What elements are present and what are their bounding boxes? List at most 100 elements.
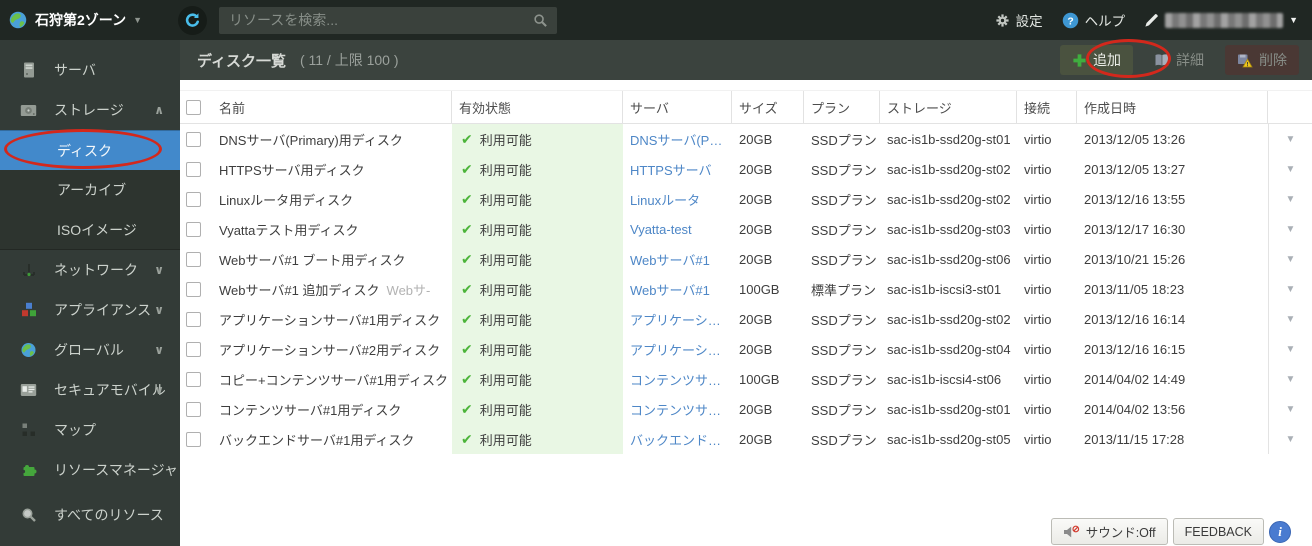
- row-menu-caret-icon[interactable]: ▼: [1286, 434, 1296, 445]
- sidebar-item-archive[interactable]: アーカイブ: [0, 170, 180, 210]
- sidebar-item-map[interactable]: マップ: [0, 410, 180, 450]
- server-link[interactable]: アプリケーシ…: [630, 310, 721, 329]
- server-link[interactable]: バックエンド…: [630, 430, 721, 449]
- sidebar-item-storage[interactable]: ストレージ ∧: [0, 90, 180, 130]
- detail-button[interactable]: 詳細: [1142, 45, 1216, 75]
- row-checkbox[interactable]: [186, 161, 201, 177]
- sidebar-item-label: サーバ: [54, 62, 96, 78]
- select-all-checkbox[interactable]: [186, 99, 201, 115]
- feedback-button[interactable]: FEEDBACK: [1172, 518, 1264, 545]
- table-row[interactable]: アプリケーションサーバ#1用ディスク ✔ 利用可能 アプリケーシ… 20GB S…: [180, 304, 1312, 334]
- disk-name: アプリケーションサーバ#1用ディスク: [219, 312, 441, 328]
- table-row[interactable]: DNSサーバ(Primary)用ディスク ✔ 利用可能 DNSサーバ(P… 20…: [180, 124, 1312, 154]
- created-cell: 2014/04/02 13:56: [1084, 401, 1186, 417]
- row-menu-caret-icon[interactable]: ▼: [1286, 164, 1296, 175]
- sidebar-item-iso[interactable]: ISOイメージ: [0, 210, 180, 250]
- col-status[interactable]: 有効状態: [452, 91, 623, 123]
- check-icon: ✔: [461, 250, 473, 267]
- refresh-button[interactable]: [178, 5, 207, 35]
- table-row[interactable]: Linuxルータ用ディスク ✔ 利用可能 Linuxルータ 20GB SSDプラ…: [180, 184, 1312, 214]
- server-link[interactable]: コンテンツサ…: [630, 400, 721, 419]
- col-name[interactable]: 名前: [212, 91, 452, 123]
- col-size[interactable]: サイズ: [732, 91, 804, 123]
- info-icon[interactable]: i: [1269, 520, 1291, 543]
- col-server[interactable]: サーバ: [623, 91, 732, 123]
- account-menu[interactable]: ▼: [1144, 12, 1298, 28]
- sidebar-item-appliance[interactable]: アプライアンス ∨: [0, 290, 180, 330]
- row-checkbox[interactable]: [186, 401, 201, 417]
- server-link[interactable]: Webサーバ#1: [630, 280, 710, 299]
- sidebar-item-disk[interactable]: ディスク: [0, 130, 180, 170]
- connection-cell: virtio: [1024, 221, 1052, 237]
- status-label: 利用可能: [479, 192, 532, 208]
- sidebar-item-securemobile[interactable]: セキュアモバイル ∨: [0, 370, 180, 410]
- size-cell: 20GB: [739, 431, 773, 447]
- server-link[interactable]: Linuxルータ: [630, 190, 700, 209]
- search-icon[interactable]: [533, 13, 548, 28]
- sidebar-item-allresources[interactable]: すべてのリソース: [0, 495, 180, 535]
- row-menu-caret-icon[interactable]: ▼: [1286, 374, 1296, 385]
- settings-button[interactable]: 設定: [995, 10, 1043, 30]
- table-row[interactable]: Webサーバ#1 追加ディスク Webサ- ✔ 利用可能 Webサーバ#1 10…: [180, 274, 1312, 304]
- sidebar-item-server[interactable]: サーバ: [0, 50, 180, 90]
- zone-selector[interactable]: 石狩第2ゾーン ▼: [0, 10, 178, 30]
- check-icon: ✔: [461, 430, 473, 447]
- help-button[interactable]: ? ヘルプ: [1062, 10, 1125, 30]
- col-plan[interactable]: プラン: [804, 91, 880, 123]
- connection-cell: virtio: [1024, 371, 1052, 387]
- search-input[interactable]: [219, 12, 533, 28]
- row-menu-caret-icon[interactable]: ▼: [1286, 224, 1296, 235]
- sound-toggle-button[interactable]: サウンド:Off: [1050, 518, 1168, 545]
- row-menu-caret-icon[interactable]: ▼: [1286, 134, 1296, 145]
- sidebar-item-label: グローバル: [54, 342, 124, 358]
- table-row[interactable]: アプリケーションサーバ#2用ディスク ✔ 利用可能 アプリケーシ… 20GB S…: [180, 334, 1312, 364]
- row-checkbox[interactable]: [186, 131, 201, 147]
- row-checkbox[interactable]: [186, 221, 201, 237]
- row-menu-caret-icon[interactable]: ▼: [1286, 404, 1296, 415]
- server-link[interactable]: コンテンツサ…: [630, 370, 721, 389]
- created-cell: 2013/12/16 13:55: [1084, 191, 1186, 207]
- table-row[interactable]: Webサーバ#1 ブート用ディスク ✔ 利用可能 Webサーバ#1 20GB S…: [180, 244, 1312, 274]
- server-link[interactable]: Vyatta-test: [630, 222, 692, 237]
- table-row[interactable]: HTTPSサーバ用ディスク ✔ 利用可能 HTTPSサーバ 20GB SSDプラ…: [180, 154, 1312, 184]
- help-icon: ?: [1062, 12, 1079, 29]
- sidebar-item-network[interactable]: ネットワーク ∨: [0, 250, 180, 290]
- sidebar-item-label: リソースマネージャ: [54, 462, 178, 478]
- row-checkbox[interactable]: [186, 371, 201, 387]
- row-menu-caret-icon[interactable]: ▼: [1286, 254, 1296, 265]
- server-link[interactable]: DNSサーバ(P…: [630, 130, 722, 149]
- col-menu: [1268, 91, 1312, 123]
- connection-cell: virtio: [1024, 401, 1052, 417]
- server-link[interactable]: アプリケーシ…: [630, 340, 721, 359]
- server-link[interactable]: Webサーバ#1: [630, 250, 710, 269]
- col-connection[interactable]: 接続: [1017, 91, 1077, 123]
- row-checkbox[interactable]: [186, 341, 201, 357]
- table-row[interactable]: コピー+コンテンツサーバ#1用ディスク ✔ 利用可能 コンテンツサ… 100GB…: [180, 364, 1312, 394]
- col-created[interactable]: 作成日時: [1077, 91, 1268, 123]
- add-button[interactable]: 追加: [1060, 45, 1133, 75]
- row-checkbox[interactable]: [186, 431, 201, 447]
- row-checkbox[interactable]: [186, 251, 201, 267]
- server-link[interactable]: HTTPSサーバ: [630, 160, 711, 179]
- row-checkbox[interactable]: [186, 311, 201, 327]
- chevron-down-icon: ∨: [154, 343, 164, 357]
- storage-cell: sac-is1b-ssd20g-st02: [887, 311, 1011, 327]
- resourcemanager-icon: [20, 462, 37, 479]
- sidebar-item-resourcemanager[interactable]: リソースマネージャ: [0, 450, 180, 490]
- row-checkbox[interactable]: [186, 281, 201, 297]
- sidebar-item-global[interactable]: グローバル ∨: [0, 330, 180, 370]
- row-menu-caret-icon[interactable]: ▼: [1286, 314, 1296, 325]
- row-menu-caret-icon[interactable]: ▼: [1286, 344, 1296, 355]
- row-menu-caret-icon[interactable]: ▼: [1286, 284, 1296, 295]
- sidebar-nav: サーバ ストレージ ∧ ディスク アーカイブ ISOイメージ ネットワーク ∨ …: [0, 40, 180, 546]
- sidebar-item-label: アーカイブ: [57, 182, 127, 198]
- plan-cell: SSDプラン: [811, 222, 877, 238]
- connection-cell: virtio: [1024, 131, 1052, 147]
- table-row[interactable]: バックエンドサーバ#1用ディスク ✔ 利用可能 バックエンド… 20GB SSD…: [180, 424, 1312, 454]
- row-checkbox[interactable]: [186, 191, 201, 207]
- row-menu-caret-icon[interactable]: ▼: [1286, 194, 1296, 205]
- delete-button[interactable]: 削除: [1225, 45, 1299, 75]
- table-row[interactable]: Vyattaテスト用ディスク ✔ 利用可能 Vyatta-test 20GB S…: [180, 214, 1312, 244]
- table-row[interactable]: コンテンツサーバ#1用ディスク ✔ 利用可能 コンテンツサ… 20GB SSDプ…: [180, 394, 1312, 424]
- col-storage[interactable]: ストレージ: [880, 91, 1017, 123]
